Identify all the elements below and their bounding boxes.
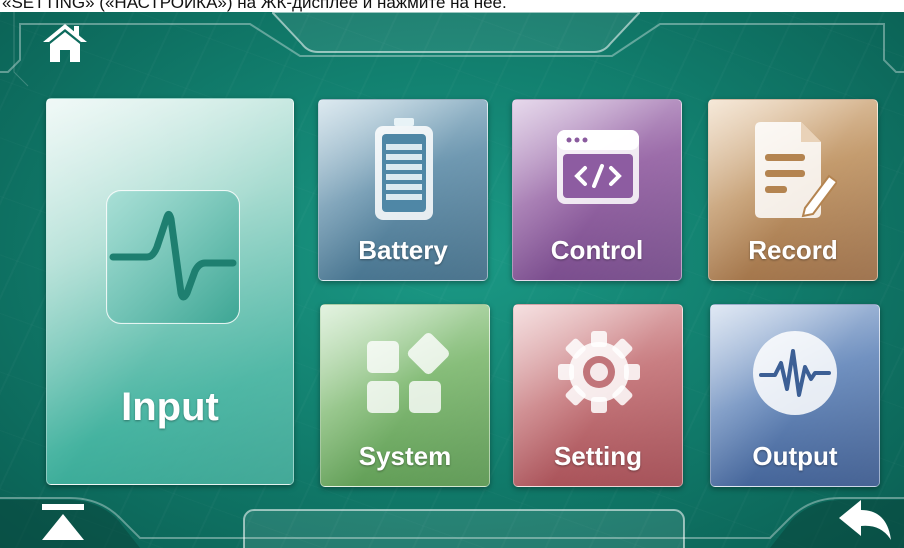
- home-button[interactable]: [40, 20, 90, 66]
- control-tile[interactable]: Control: [512, 99, 682, 281]
- waveform-icon: [105, 189, 241, 325]
- scroll-to-top-icon: [42, 504, 84, 540]
- home-icon: [43, 24, 87, 62]
- battery-label: Battery: [358, 235, 448, 265]
- scroll-top-button[interactable]: [38, 500, 88, 546]
- code-window-icon: [555, 128, 641, 206]
- system-label: System: [358, 441, 452, 471]
- input-label: Input: [121, 385, 219, 429]
- instruction-caption: «SETTING» («НАСТРОЙКА») на ЖК-дисплее и …: [2, 0, 507, 12]
- input-tile[interactable]: Input: [46, 98, 294, 485]
- control-label: Control: [550, 235, 644, 265]
- battery-icon: [371, 116, 437, 224]
- bottom-status-panel: [243, 509, 685, 548]
- gear-icon: [554, 327, 644, 417]
- output-tile[interactable]: Output: [710, 304, 880, 487]
- document-edit-icon: [751, 120, 839, 220]
- record-tile[interactable]: Record: [708, 99, 878, 281]
- top-title-panel: [272, 12, 640, 53]
- apps-grid-icon: [363, 333, 449, 417]
- setting-label: Setting: [553, 441, 643, 471]
- setting-tile[interactable]: Setting: [513, 304, 683, 487]
- back-arrow-icon: [839, 500, 891, 540]
- system-tile[interactable]: System: [320, 304, 490, 487]
- output-label: Output: [752, 441, 838, 471]
- back-button[interactable]: [835, 496, 895, 544]
- pulse-circle-icon: [749, 327, 841, 419]
- lcd-screen: Input Battery Control Record System Sett…: [0, 12, 904, 548]
- record-label: Record: [748, 235, 838, 265]
- battery-tile[interactable]: Battery: [318, 99, 488, 281]
